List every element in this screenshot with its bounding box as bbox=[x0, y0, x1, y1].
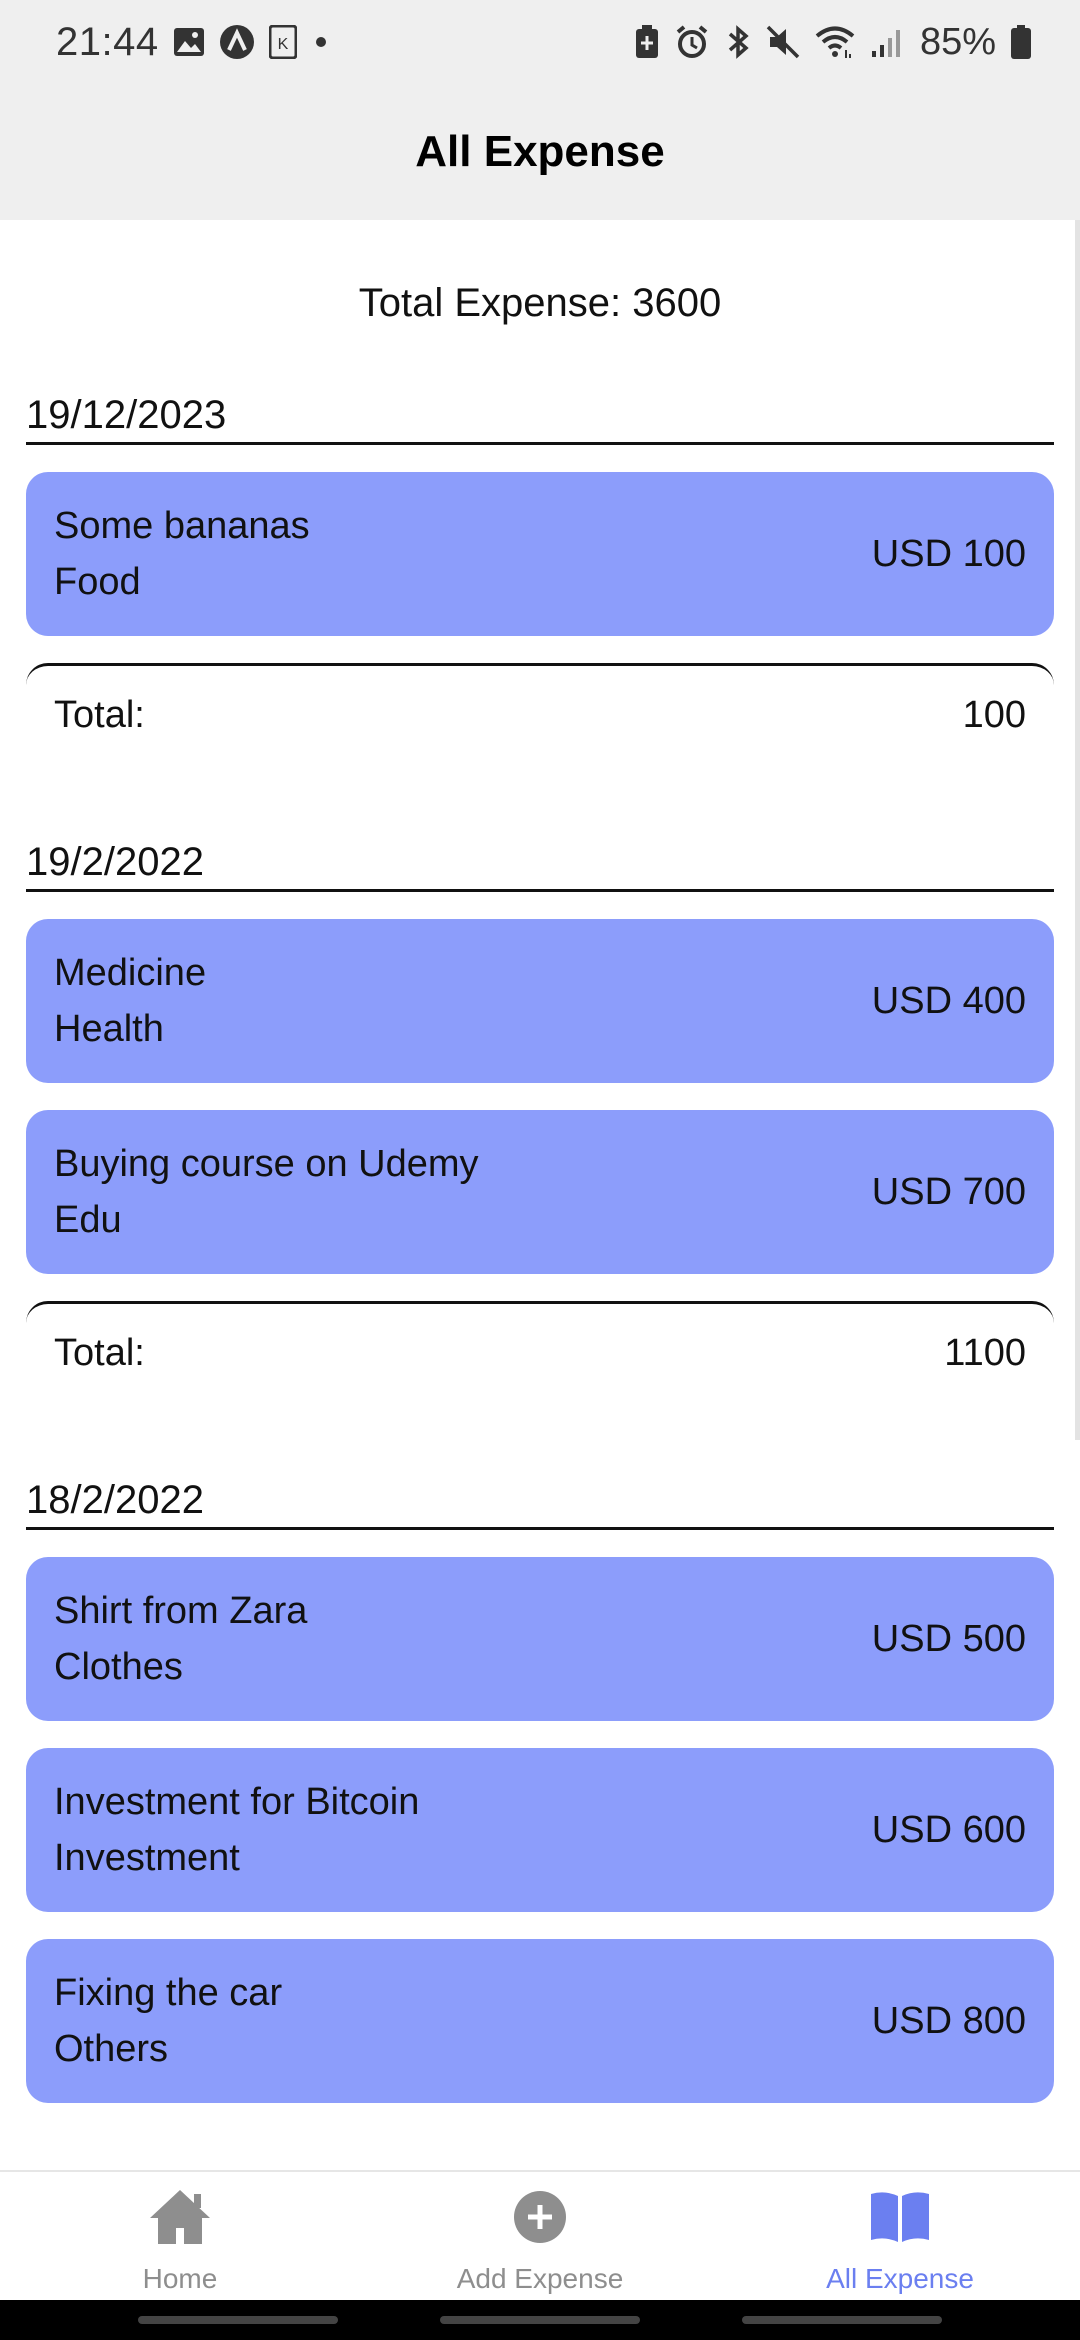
recents-gesture-pill[interactable] bbox=[138, 2316, 338, 2324]
add-circle-icon bbox=[511, 2188, 569, 2251]
expense-group: 19/2/2022 Medicine Health USD 400 Buying… bbox=[26, 837, 1054, 1375]
expense-category: Investment bbox=[54, 1837, 240, 1879]
nav-home[interactable]: Home bbox=[0, 2172, 360, 2302]
back-gesture-pill[interactable] bbox=[742, 2316, 942, 2324]
expense-title: Buying course on Udemy bbox=[54, 1143, 479, 1185]
expense-info: Investment for Bitcoin Investment bbox=[54, 1778, 419, 1882]
expense-card[interactable]: Fixing the car Others USD 800 bbox=[26, 1939, 1054, 2103]
expense-amount: USD 500 bbox=[871, 1617, 1026, 1660]
expense-info: Shirt from Zara Clothes bbox=[54, 1587, 307, 1691]
expense-group: 18/2/2022 Shirt from Zara Clothes USD 50… bbox=[26, 1475, 1054, 2103]
expense-amount: USD 800 bbox=[871, 1999, 1026, 2042]
expense-card[interactable]: Medicine Health USD 400 bbox=[26, 919, 1054, 1083]
group-total-row: Total: 1100 bbox=[26, 1301, 1054, 1375]
expense-title: Investment for Bitcoin bbox=[54, 1781, 420, 1823]
expense-info: Buying course on Udemy Edu bbox=[54, 1140, 479, 1244]
app-a-icon bbox=[219, 24, 255, 60]
svg-text:K: K bbox=[277, 36, 288, 53]
status-right: 85% bbox=[634, 21, 1032, 64]
expense-title: Medicine bbox=[54, 952, 207, 994]
expense-category: Health bbox=[54, 1008, 164, 1050]
expense-amount: USD 700 bbox=[871, 1170, 1026, 1213]
nav-all-expense-label: All Expense bbox=[826, 2263, 974, 2294]
expense-amount: USD 400 bbox=[871, 979, 1026, 1022]
image-icon bbox=[173, 27, 205, 57]
expense-title: Shirt from Zara bbox=[54, 1590, 308, 1632]
expense-card[interactable]: Investment for Bitcoin Investment USD 60… bbox=[26, 1748, 1054, 1912]
group-total-label: Total: bbox=[54, 694, 145, 736]
expense-title: Fixing the car bbox=[54, 1972, 283, 2014]
group-total-label: Total: bbox=[54, 1332, 145, 1374]
group-total-row: Total: 100 bbox=[26, 663, 1054, 737]
status-bar: 21:44 K 85% bbox=[0, 0, 1080, 84]
expense-category: Edu bbox=[54, 1199, 122, 1241]
group-date: 19/12/2023 bbox=[26, 390, 1054, 445]
bluetooth-icon bbox=[724, 24, 752, 60]
expense-info: Medicine Health bbox=[54, 949, 206, 1053]
nav-add-expense-label: Add Expense bbox=[456, 2263, 624, 2294]
home-icon bbox=[148, 2188, 212, 2251]
battery-saver-icon bbox=[634, 24, 660, 60]
expense-group: 19/12/2023 Some bananas Food USD 100 Tot… bbox=[26, 390, 1054, 737]
group-total-value: 100 bbox=[962, 694, 1026, 736]
alarm-icon bbox=[674, 24, 710, 60]
status-left: 21:44 K bbox=[56, 20, 331, 65]
signal-icon bbox=[870, 25, 904, 59]
system-gesture-bar bbox=[0, 2300, 1080, 2340]
expense-info: Fixing the car Others bbox=[54, 1969, 282, 2073]
group-date: 19/2/2022 bbox=[26, 837, 1054, 892]
status-time: 21:44 bbox=[56, 19, 159, 64]
group-total-value: 1100 bbox=[944, 1332, 1026, 1374]
expense-category: Others bbox=[54, 2028, 169, 2070]
app-k-icon: K bbox=[268, 25, 297, 59]
expense-card[interactable]: Shirt from Zara Clothes USD 500 bbox=[26, 1557, 1054, 1721]
bottom-nav: Home Add Expense All Expense bbox=[0, 2170, 1080, 2302]
dot-icon bbox=[311, 32, 331, 52]
home-gesture-pill[interactable] bbox=[440, 2316, 640, 2324]
expense-card[interactable]: Buying course on Udemy Edu USD 700 bbox=[26, 1110, 1054, 1274]
book-icon bbox=[867, 2188, 933, 2251]
app-header: All Expense bbox=[0, 84, 1080, 220]
expense-amount: USD 100 bbox=[871, 532, 1026, 575]
wifi-icon bbox=[814, 24, 856, 60]
battery-icon bbox=[1010, 24, 1032, 60]
expense-amount: USD 600 bbox=[871, 1808, 1026, 1851]
total-expense-summary: Total Expense: 3600 bbox=[358, 281, 722, 325]
expense-title: Some bananas bbox=[54, 505, 310, 547]
expense-info: Some bananas Food bbox=[54, 502, 310, 606]
expense-card[interactable]: Some bananas Food USD 100 bbox=[26, 472, 1054, 636]
battery-percent: 85% bbox=[919, 20, 996, 63]
expense-list-scroll[interactable]: Total Expense: 3600 19/12/2023 Some bana… bbox=[0, 220, 1080, 2170]
expense-category: Food bbox=[54, 561, 141, 603]
mute-icon bbox=[766, 24, 800, 60]
nav-home-label: Home bbox=[142, 2263, 218, 2294]
nav-add-expense[interactable]: Add Expense bbox=[360, 2172, 720, 2302]
expense-category: Clothes bbox=[54, 1646, 183, 1688]
scrollbar[interactable] bbox=[1075, 220, 1080, 1440]
nav-all-expense[interactable]: All Expense bbox=[720, 2172, 1080, 2302]
page-title: All Expense bbox=[415, 127, 665, 176]
group-date: 18/2/2022 bbox=[26, 1475, 1054, 1530]
screen: 21:44 K 85% All Expense Total Expense: 3… bbox=[0, 0, 1080, 2340]
